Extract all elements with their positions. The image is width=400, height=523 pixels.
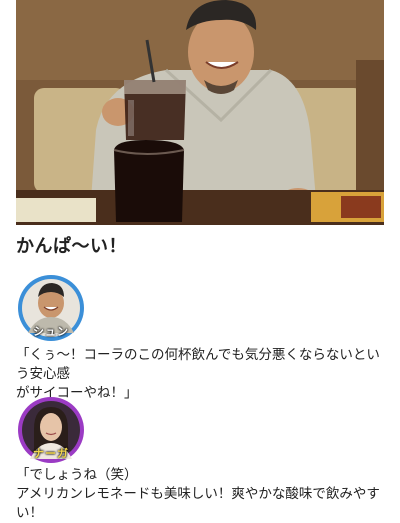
comment-text-naga: 「でしょうね（笑） アメリカンレモネードも美味しい！爽やかな酸味で飲みやすい！ [16,466,388,523]
article-photo [16,0,384,225]
article-heading: かんぱ〜い！ [16,236,127,257]
avatar-label-shun: シュン [33,325,69,338]
avatar-naga: ナーガ [16,395,86,465]
comment-line: 「でしょうね（笑） [16,467,138,483]
comment-line: アメリカンレモネードも美味しい！爽やかな酸味で飲みやすい！ [16,486,380,521]
avatar-label-naga: ナーガ [33,447,69,460]
comment-line: 「くぅ〜！コーラのこの何杯飲んでも気分悪くならないという安心感 [16,347,380,382]
avatar-shun: シュン [16,273,86,343]
article-page: かんぱ〜い！ シュン 「くぅ〜！コーラのこの何杯飲んでも気分悪くならないという安… [0,0,400,521]
